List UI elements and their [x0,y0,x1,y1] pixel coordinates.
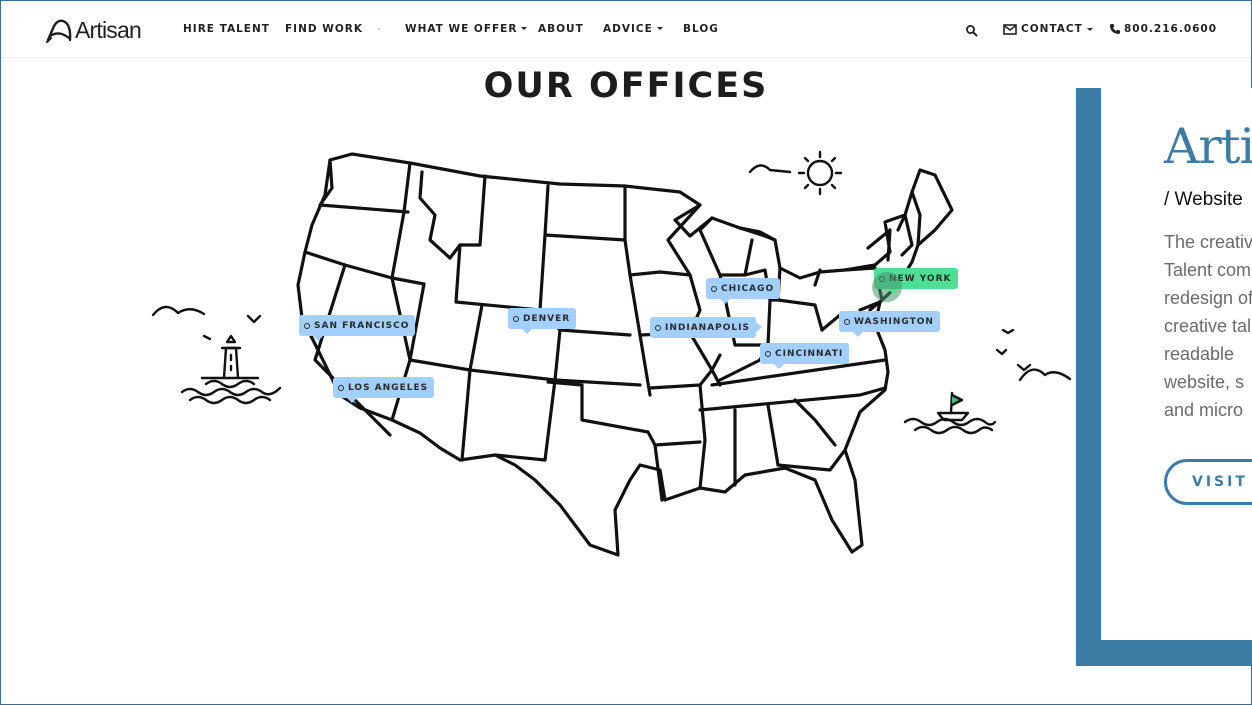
description-line: readable [1164,344,1235,364]
office-pin-cincinnati[interactable]: CINCINNATI [760,343,850,369]
description-line: creative tal [1164,316,1252,336]
project-title: Artisan [1164,118,1252,175]
us-map-illustration [151,150,1072,557]
office-pin-washington[interactable]: WASHINGTON [839,311,940,337]
description-line: The creative [1164,232,1252,252]
office-pin-san-francisco[interactable]: SAN FRANCISCO [299,315,416,341]
visit-button[interactable]: VISIT [1164,459,1252,505]
project-panel: Artisan / Website The creative Talent co… [1101,88,1252,640]
office-pin-los-angeles[interactable]: LOS ANGELES [333,377,435,403]
office-pin-chicago[interactable]: CHICAGO [706,278,781,304]
office-pin-new-york[interactable]: NEW YORK [872,268,958,302]
description-line: website, s [1164,372,1245,392]
office-pin-denver[interactable]: DENVER [508,308,577,334]
hover-cursor-indicator [872,272,902,302]
us-map-states [296,152,954,557]
project-subtitle: / Website [1164,189,1243,210]
map-decorations [151,150,1072,435]
description-line: and micro [1164,400,1244,420]
description-line: Talent com [1164,260,1252,280]
project-description: The creative Talent com redesign of crea… [1164,228,1252,424]
description-line: redesign of [1164,288,1252,308]
office-pin-indianapolis[interactable]: INDIANAPOLIS [650,317,762,338]
